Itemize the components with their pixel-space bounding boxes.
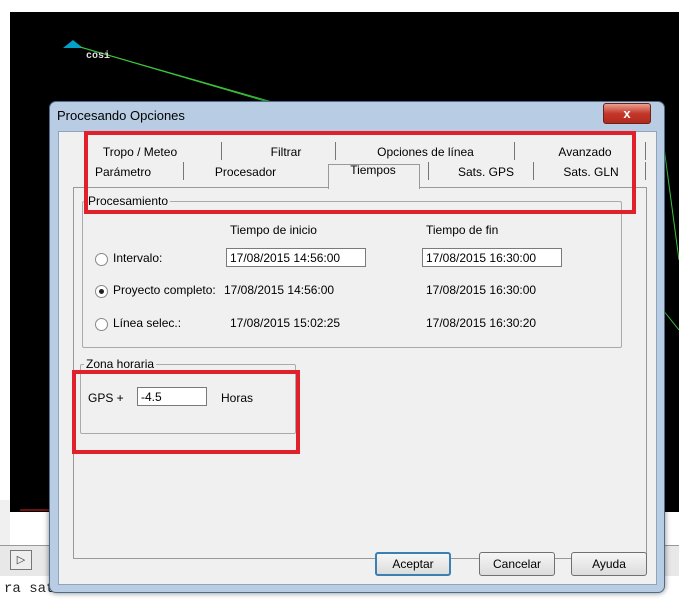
- cancel-button[interactable]: Cancelar: [479, 552, 555, 576]
- station-marker-icon: [63, 40, 83, 48]
- interval-start-input[interactable]: 17/08/2015 14:56:00: [226, 248, 366, 267]
- timezone-offset-input[interactable]: -4.5: [137, 387, 207, 406]
- tab-tiempos[interactable]: Tiempos: [328, 160, 418, 180]
- processing-group-label: Procesamiento: [86, 194, 171, 208]
- tab-parametro[interactable]: Parámetro: [77, 162, 169, 182]
- ok-button[interactable]: Aceptar: [375, 552, 451, 576]
- start-time-header: Tiempo de inicio: [230, 223, 317, 237]
- dialog-client: Tropo / Meteo Filtrar Opciones de línea …: [58, 131, 657, 585]
- line-end-value: 17/08/2015 16:30:20: [426, 316, 537, 330]
- end-time-header: Tiempo de fin: [426, 223, 499, 237]
- tab-opciones-linea[interactable]: Opciones de línea: [348, 142, 503, 162]
- processing-options-dialog: Procesando Opciones x Tropo / Meteo Filt…: [49, 101, 665, 593]
- project-end-value: 17/08/2015 16:30:00: [426, 283, 537, 297]
- close-button[interactable]: x: [603, 103, 651, 124]
- project-start-value: 17/08/2015 14:56:00: [224, 283, 335, 297]
- interval-end-input[interactable]: 17/08/2015 16:30:00: [422, 248, 562, 267]
- proyecto-completo-label: Proyecto completo:: [113, 283, 216, 297]
- radio-linea-selec[interactable]: [95, 318, 108, 331]
- line-start-value: 17/08/2015 15:02:25: [230, 316, 341, 330]
- station-label: cosi: [86, 51, 111, 62]
- tab-sats-gps[interactable]: Sats. GPS: [436, 162, 536, 182]
- left-strip: [0, 500, 10, 545]
- tab-filtrar[interactable]: Filtrar: [241, 142, 331, 162]
- play-icon[interactable]: ▷: [10, 550, 32, 570]
- tab-procesador[interactable]: Procesador: [193, 162, 298, 182]
- title-bar: Procesando Opciones x: [50, 102, 664, 130]
- tab-avanzado[interactable]: Avanzado: [535, 142, 635, 162]
- hours-label: Horas: [221, 391, 254, 405]
- radio-intervalo[interactable]: [95, 253, 108, 266]
- timezone-group-label: Zona horaria: [84, 357, 157, 371]
- tab-tropo-meteo[interactable]: Tropo / Meteo: [81, 142, 199, 162]
- radio-proyecto-completo[interactable]: [95, 285, 108, 298]
- dialog-title: Procesando Opciones: [57, 108, 185, 123]
- linea-selec-label: Línea selec.:: [113, 316, 182, 330]
- tiempos-panel: Procesamiento Tiempo de inicio Tiempo de…: [73, 187, 647, 559]
- gps-plus-label: GPS +: [88, 391, 124, 405]
- tab-sats-gln[interactable]: Sats. GLN: [543, 162, 639, 182]
- intervalo-label: Intervalo:: [113, 251, 163, 265]
- help-button[interactable]: Ayuda: [571, 552, 647, 576]
